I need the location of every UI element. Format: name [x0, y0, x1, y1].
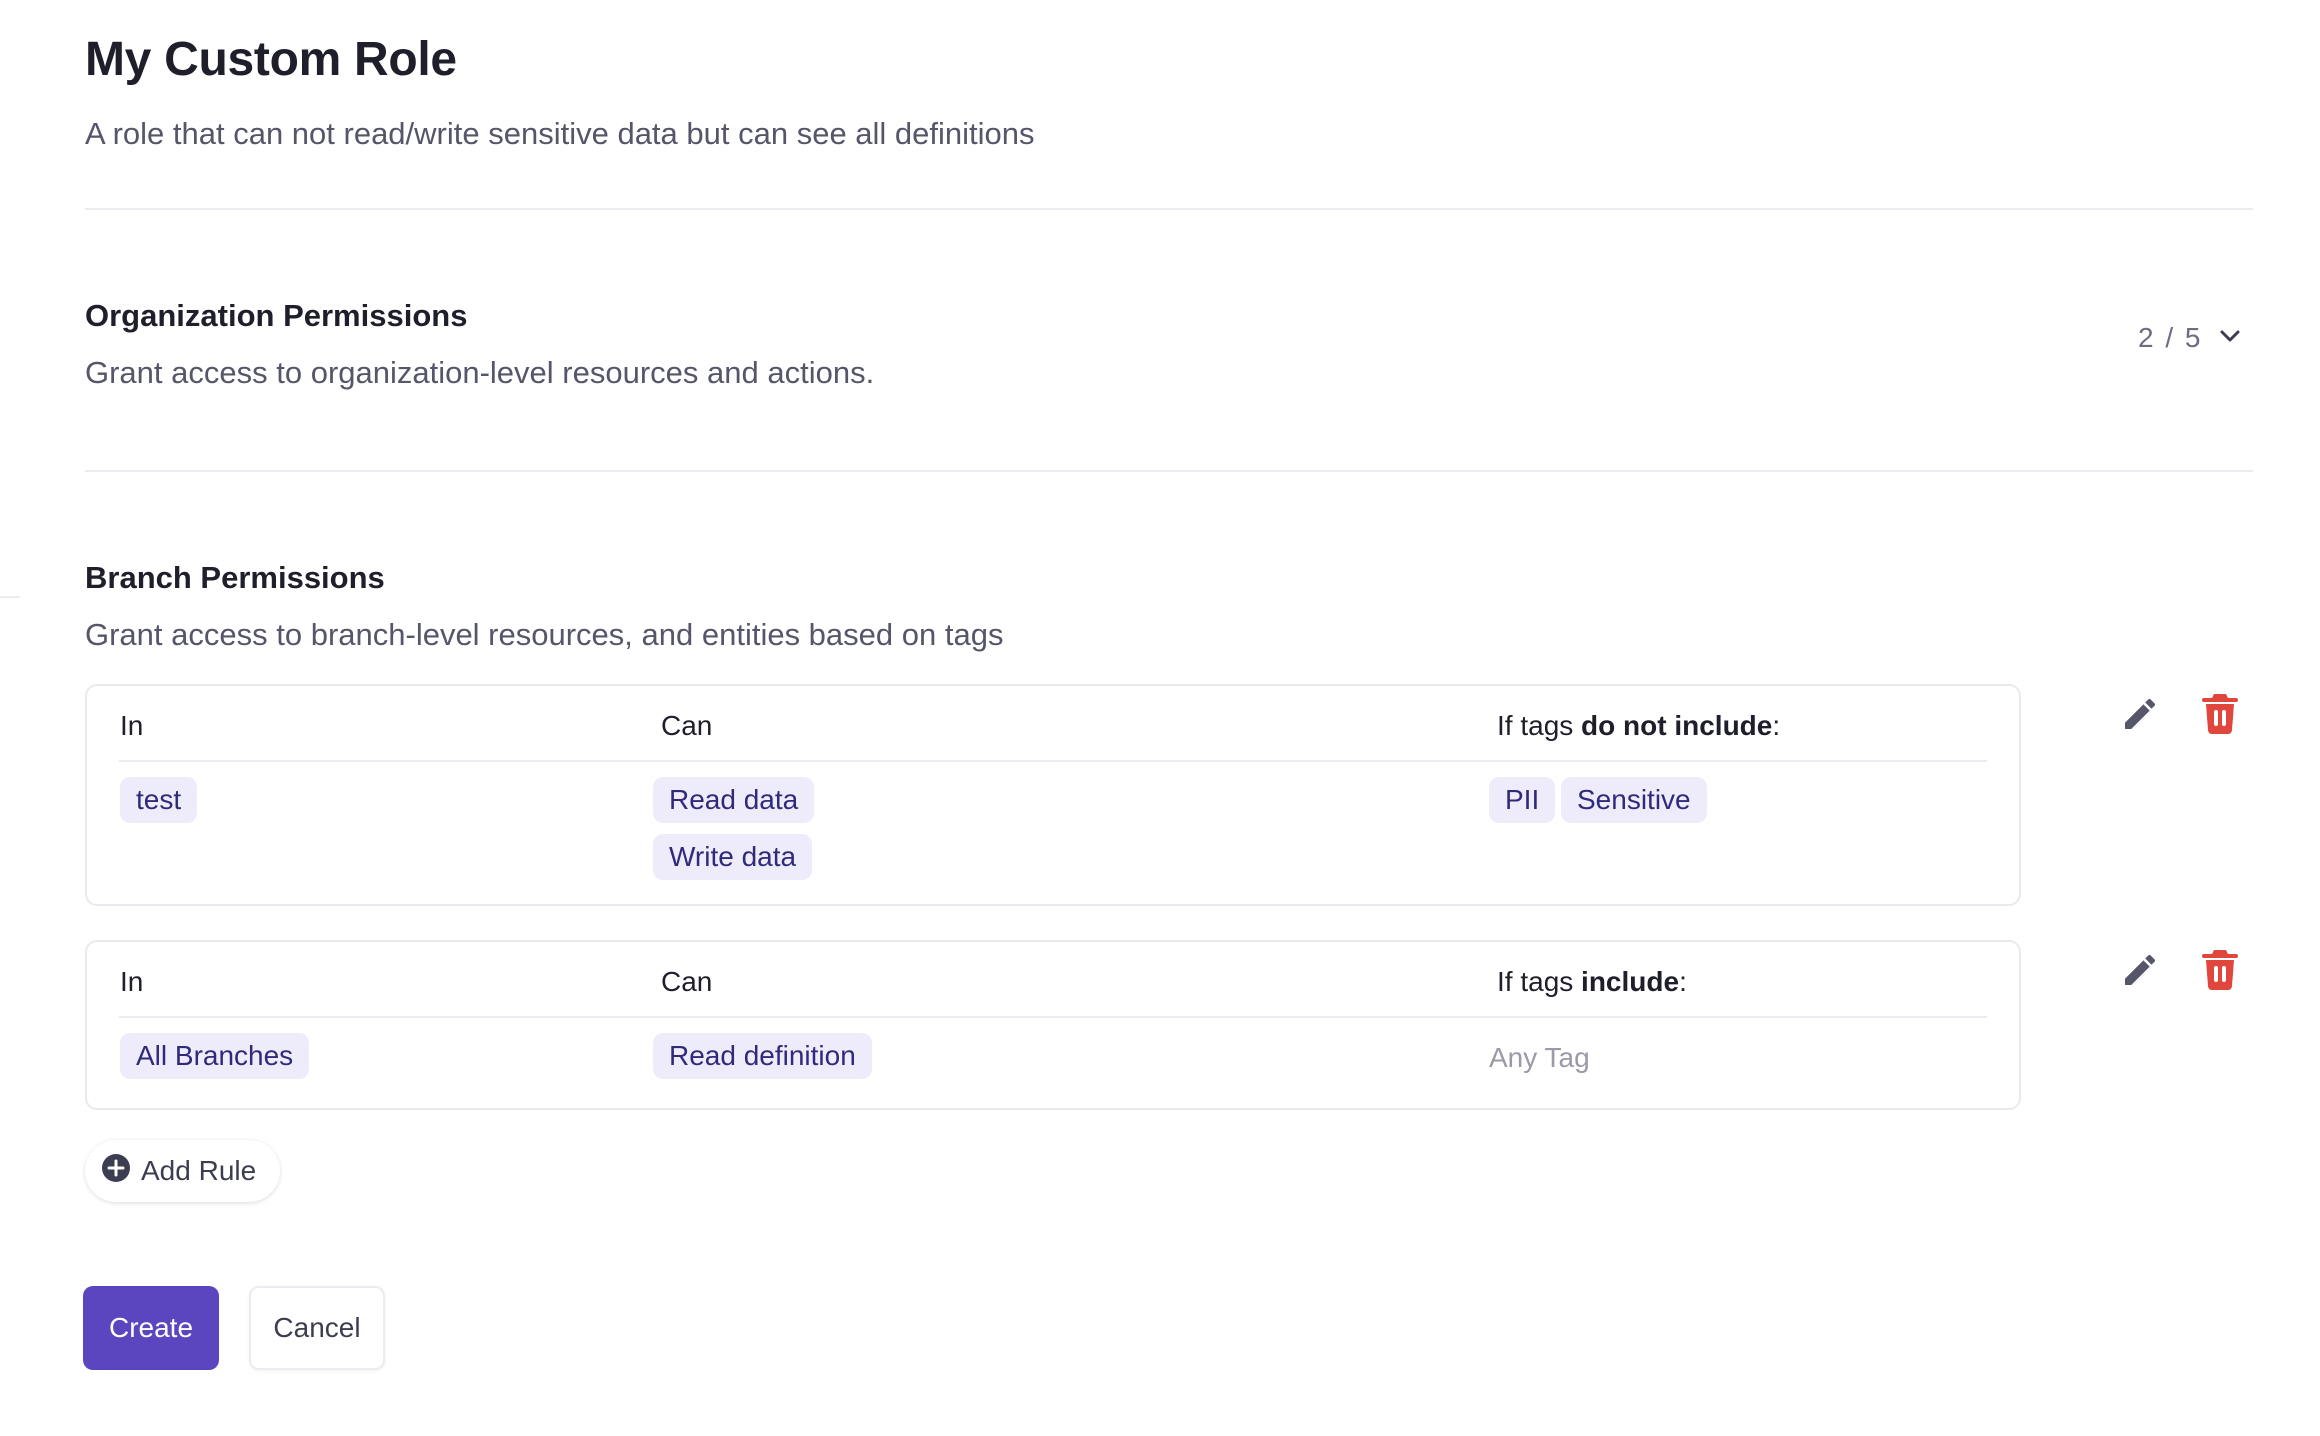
tag-placeholder: Any Tag [1489, 1042, 1590, 1073]
column-header-in: In [120, 710, 144, 741]
edit-rule-button[interactable] [2116, 948, 2164, 996]
plus-circle-icon [101, 1153, 131, 1190]
tag-chip: Sensitive [1561, 777, 1707, 823]
branch-chip: All Branches [120, 1033, 310, 1079]
branch-permissions-title: Branch Permissions [85, 560, 385, 595]
tags-header-suffix: : [1772, 710, 1781, 741]
divider [0, 596, 20, 598]
column-header-tags: If tags do not include: [1497, 710, 1780, 742]
branch-chip: test [120, 777, 198, 823]
tags-header-prefix: If tags [1497, 710, 1582, 741]
tags-header-suffix: : [1679, 966, 1687, 997]
create-button[interactable]: Create [83, 1286, 219, 1370]
branch-rule-card: In Can If tags do not include: test Read… [85, 684, 2021, 906]
pencil-icon [2120, 694, 2160, 739]
org-permissions-toggle[interactable]: 2 / 5 [2138, 322, 2242, 354]
column-header-can: Can [661, 966, 713, 997]
tags-header-prefix: If tags [1497, 966, 1582, 997]
tags-condition: include [1581, 966, 1680, 997]
add-rule-label: Add Rule [141, 1155, 257, 1186]
tag-chip: PII [1489, 777, 1556, 823]
divider [85, 470, 2253, 472]
column-header-tags: If tags include: [1497, 966, 1687, 998]
permission-chip: Read definition [653, 1033, 872, 1079]
page-title: My Custom Role [85, 33, 457, 86]
permission-chip: Read data [653, 777, 815, 823]
pencil-icon [2120, 950, 2160, 995]
role-description: A role that can not read/write sensitive… [85, 116, 1035, 151]
trash-icon [2202, 949, 2238, 995]
trash-icon [2202, 693, 2238, 739]
divider [85, 208, 2253, 210]
tags-condition: do not include [1581, 710, 1773, 741]
permission-chip: Write data [653, 834, 813, 880]
edit-rule-button[interactable] [2116, 692, 2164, 740]
cancel-button[interactable]: Cancel [249, 1286, 385, 1370]
branch-rule-card: In Can If tags include: All Branches Rea… [85, 940, 2021, 1110]
branch-permissions-description: Grant access to branch-level resources, … [85, 617, 1004, 652]
org-permissions-title: Organization Permissions [85, 298, 468, 333]
chevron-down-icon [2218, 324, 2242, 353]
rule-header [119, 942, 1987, 1018]
delete-rule-button[interactable] [2196, 692, 2244, 740]
delete-rule-button[interactable] [2196, 948, 2244, 996]
create-role-page: My Custom Role A role that can not read/… [0, 0, 2320, 1436]
org-permissions-description: Grant access to organization-level resou… [85, 355, 875, 390]
column-header-in: In [120, 966, 144, 997]
add-rule-button[interactable]: Add Rule [85, 1140, 281, 1202]
org-permissions-count: 2 / 5 [2138, 322, 2203, 353]
column-header-can: Can [661, 710, 713, 741]
